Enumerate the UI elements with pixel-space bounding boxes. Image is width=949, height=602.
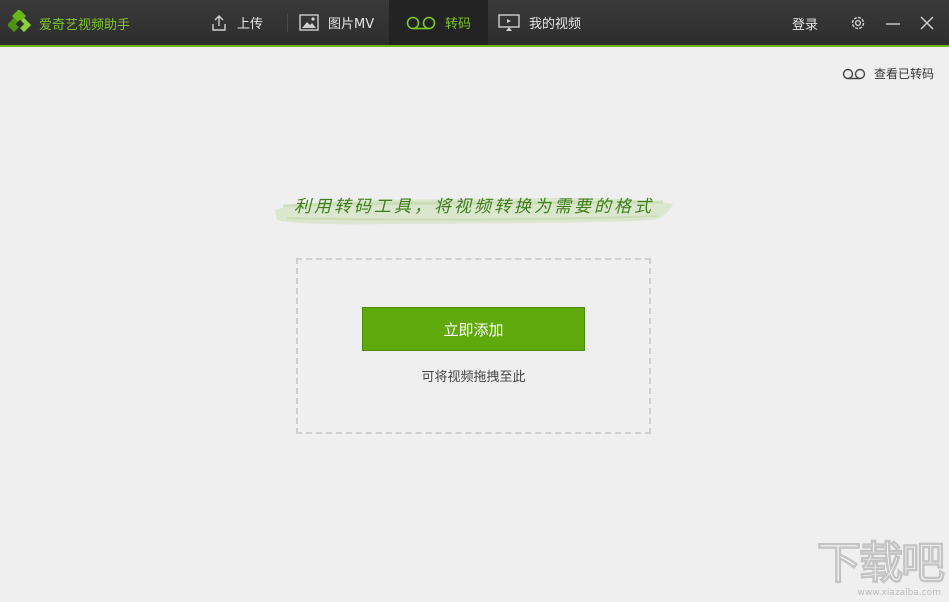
watermark-logo: 下载吧 www.xiazaiba.com [803, 538, 946, 598]
image-icon [299, 14, 319, 31]
add-now-button[interactable]: 立即添加 [362, 307, 585, 351]
drop-hint: 可将视频拖拽至此 [421, 370, 526, 385]
watermark-url: www.xiazaiba.com [857, 588, 941, 598]
upload-icon [212, 14, 226, 31]
tab-photo-mv-label: 图片MV [328, 17, 375, 32]
tab-upload-label: 上传 [237, 17, 264, 32]
slogan-text: 利用转码工具，将视频转换为需要的格式 [294, 197, 654, 217]
transcode-icon [406, 16, 436, 29]
view-transcoded-label: 查看已转码 [873, 67, 934, 81]
transcode-icon [842, 68, 866, 79]
view-transcoded-link[interactable]: 查看已转码 [842, 65, 934, 82]
tab-my-videos-label: 我的视频 [529, 17, 582, 32]
nav-divider [287, 14, 288, 32]
watermark-text: 下载吧 [817, 538, 946, 589]
app-title: 爱奇艺视频助手 [39, 18, 131, 33]
tab-photo-mv[interactable]: 图片MV [299, 0, 374, 45]
minimize-icon[interactable] [884, 14, 902, 32]
close-icon[interactable] [918, 14, 936, 32]
tab-transcode-label: 转码 [445, 17, 472, 32]
title-bar: 爱奇艺视频助手 上传 图片MV 转码 我的视频 登录 [0, 0, 949, 47]
tab-transcode[interactable]: 转码 [389, 0, 488, 45]
gear-icon[interactable] [849, 14, 867, 32]
login-button[interactable]: 登录 [792, 14, 818, 33]
tab-my-videos[interactable]: 我的视频 [498, 0, 581, 45]
tab-upload[interactable]: 上传 [210, 0, 263, 45]
monitor-icon [498, 13, 520, 31]
iqiyi-logo-icon [8, 10, 32, 33]
